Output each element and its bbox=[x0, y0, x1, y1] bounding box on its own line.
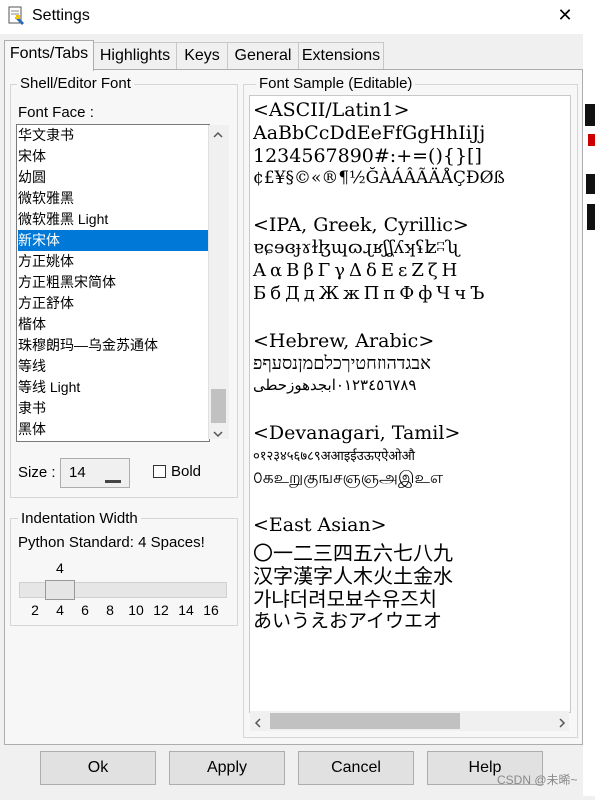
font-face-list[interactable]: 华文隶书 宋体 幼圆 微软雅黑 微软雅黑 Light 新宋体 方正姚体 方正粗黑… bbox=[16, 124, 210, 442]
indent-tick: 12 bbox=[153, 602, 169, 618]
tab-fonts-tabs[interactable]: Fonts/Tabs bbox=[4, 40, 94, 71]
indent-tick: 16 bbox=[203, 602, 219, 618]
font-face-item[interactable]: 方正粗黑宋简体 bbox=[18, 272, 208, 293]
sample-line: ɐɕɘɞɟɤɫɮɰɷɻʁʃʆʎʞʢʫʭʯ bbox=[253, 237, 459, 258]
sample-line: <Devanagari, Tamil> bbox=[253, 422, 461, 444]
font-face-item[interactable]: 等线 bbox=[18, 356, 208, 377]
font-face-item-selected[interactable]: 新宋体 bbox=[18, 230, 208, 251]
sample-line: ٠١٢٣٤٥٦٧٨٩ابجدهوزحطی bbox=[253, 376, 417, 394]
font-face-item[interactable]: 宋体 bbox=[18, 146, 208, 167]
tab-general[interactable]: General bbox=[227, 42, 299, 69]
tab-highlights[interactable]: Highlights bbox=[93, 42, 177, 69]
indent-tick: 4 bbox=[56, 602, 64, 618]
tab-keys[interactable]: Keys bbox=[176, 42, 228, 69]
font-face-item[interactable]: 楷体 bbox=[18, 314, 208, 335]
font-face-item[interactable]: 黑体 bbox=[18, 419, 208, 440]
sample-line: БбДдЖжПпФфЧчЪ bbox=[253, 283, 489, 304]
font-sample-text[interactable]: <ASCII/Latin1> AaBbCcDdEeFfGgHhIiJj 1234… bbox=[249, 95, 571, 713]
sample-line: <ASCII/Latin1> bbox=[253, 99, 410, 121]
size-value: 14 bbox=[69, 464, 86, 481]
sample-line: ௦கஉறுகுஙசஞஞஅஇஉஎ bbox=[253, 468, 444, 488]
sample-line: 1234567890#:+=(){}[] bbox=[253, 145, 482, 167]
sample-hscroll-thumb[interactable] bbox=[270, 713, 460, 729]
indent-tick: 10 bbox=[128, 602, 144, 618]
indent-group-title: Indentation Width bbox=[18, 510, 141, 527]
scroll-up-icon[interactable] bbox=[213, 128, 223, 142]
font-list-scroll-thumb[interactable] bbox=[211, 389, 226, 423]
cancel-button[interactable]: Cancel bbox=[298, 751, 414, 785]
scroll-down-icon[interactable] bbox=[213, 427, 223, 441]
ok-button[interactable]: Ok bbox=[40, 751, 156, 785]
scroll-right-icon[interactable] bbox=[558, 717, 566, 731]
bold-label: Bold bbox=[171, 463, 202, 480]
watermark-text: CSDN @未晞~ bbox=[497, 773, 578, 787]
indent-tick: 6 bbox=[81, 602, 89, 618]
sample-line: ०१२३४५६७८९अआइईउऊएऐओऔ bbox=[253, 449, 415, 464]
font-face-item[interactable]: 方正姚体 bbox=[18, 251, 208, 272]
app-icon bbox=[8, 6, 26, 26]
window-title: Settings bbox=[32, 7, 90, 24]
indent-tick: 14 bbox=[178, 602, 194, 618]
sample-group-title: Font Sample (Editable) bbox=[256, 75, 416, 92]
font-face-item[interactable]: 微软雅黑 bbox=[18, 188, 208, 209]
indent-tick: 8 bbox=[106, 602, 114, 618]
sample-line: אבגדהוזחטיךכלםמןנסעףפ bbox=[253, 353, 431, 374]
apply-button[interactable]: Apply bbox=[169, 751, 285, 785]
indent-tick: 2 bbox=[31, 602, 39, 618]
font-face-item[interactable]: 珠穆朗玛—乌金苏通体 bbox=[18, 335, 208, 356]
bold-checkbox[interactable] bbox=[153, 465, 166, 478]
font-face-label: Font Face : bbox=[18, 104, 94, 121]
indent-description: Python Standard: 4 Spaces! bbox=[18, 534, 205, 551]
sample-line: ΑαΒβΓγΔδΕεΖζΗ bbox=[253, 260, 462, 281]
font-face-item[interactable]: 隶书 bbox=[18, 398, 208, 419]
sample-line: <East Asian> bbox=[253, 514, 387, 536]
close-icon[interactable]: ✕ bbox=[555, 5, 575, 26]
sample-line: <IPA, Greek, Cyrillic> bbox=[253, 214, 469, 236]
indent-slider-thumb[interactable] bbox=[45, 580, 75, 600]
sample-line: <Hebrew, Arabic> bbox=[253, 330, 435, 352]
font-face-item[interactable]: 等线 Light bbox=[18, 377, 208, 398]
size-label: Size : bbox=[18, 464, 56, 481]
sample-line: ¢£¥§©«®¶½ĞÀÁÂÃÄÅÇÐØß bbox=[253, 168, 505, 188]
background-window-edge bbox=[583, 34, 595, 796]
sample-line: あいうえおアイウエオ bbox=[253, 610, 443, 632]
sample-line: AaBbCcDdEeFfGgHhIiJj bbox=[253, 122, 486, 144]
dropdown-icon bbox=[105, 471, 121, 488]
tab-extensions[interactable]: Extensions bbox=[298, 42, 384, 69]
font-group-title: Shell/Editor Font bbox=[17, 75, 134, 92]
font-face-item[interactable]: 微软雅黑 Light bbox=[18, 209, 208, 230]
font-face-item[interactable]: 华文隶书 bbox=[18, 125, 208, 146]
size-select[interactable]: 14 bbox=[60, 458, 130, 488]
font-face-item[interactable]: 幼圆 bbox=[18, 167, 208, 188]
indent-value: 4 bbox=[56, 560, 64, 576]
scroll-left-icon[interactable] bbox=[254, 717, 262, 731]
font-face-item[interactable]: 方正舒体 bbox=[18, 293, 208, 314]
